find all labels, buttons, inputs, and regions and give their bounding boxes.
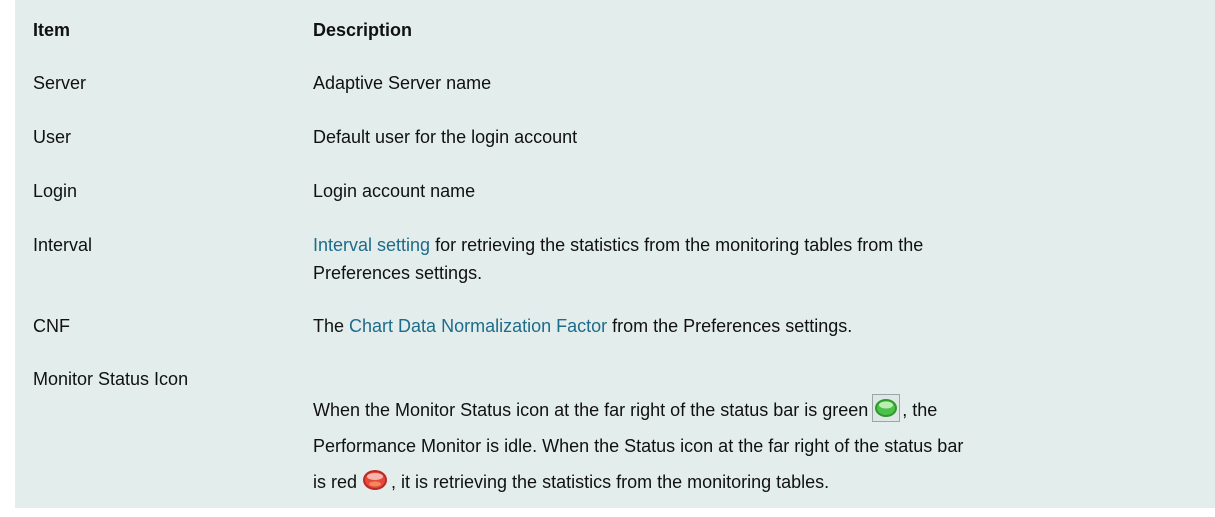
row-item-interval: Interval (33, 235, 93, 255)
row-description-login: Login account name (313, 181, 476, 201)
row-description-server: Adaptive Server name (313, 73, 492, 93)
monitor-line-2: Performance Monitor is idle. When the St… (313, 436, 964, 456)
interval-setting-link[interactable]: Interval setting (313, 235, 430, 255)
cnf-prefix-text: The (313, 316, 350, 336)
green-status-icon (872, 394, 901, 422)
interval-line-2: Preferences settings. (313, 263, 483, 283)
monitor-line-3: is red, it is retrieving the statistics … (313, 464, 1173, 500)
row-item-login: Login (33, 181, 78, 201)
header-description: Description (313, 20, 413, 40)
row-item-monitor-status-icon: Monitor Status Icon (33, 369, 189, 389)
row-item-server: Server (33, 73, 87, 93)
chart-data-normalization-factor-link[interactable]: Chart Data Normalization Factor (349, 316, 607, 336)
row-description-cnf: The Chart Data Normalization Factor from… (313, 312, 1173, 340)
row-item-user: User (33, 127, 72, 147)
cnf-suffix-text: from the Preferences settings. (607, 316, 853, 336)
interval-line-1: Interval setting for retrieving the stat… (313, 231, 1173, 259)
header-item: Item (33, 20, 71, 40)
info-table: Item Description Server Adaptive Server … (15, 0, 1215, 508)
row-description-user: Default user for the login account (313, 127, 578, 147)
red-status-icon (361, 466, 389, 494)
row-description-interval: Interval setting for retrieving the stat… (313, 231, 1173, 287)
row-item-cnf: CNF (33, 316, 70, 336)
monitor-line-1: When the Monitor Status icon at the far … (313, 392, 1173, 428)
interval-description-text: for retrieving the statistics from the m… (430, 235, 924, 255)
